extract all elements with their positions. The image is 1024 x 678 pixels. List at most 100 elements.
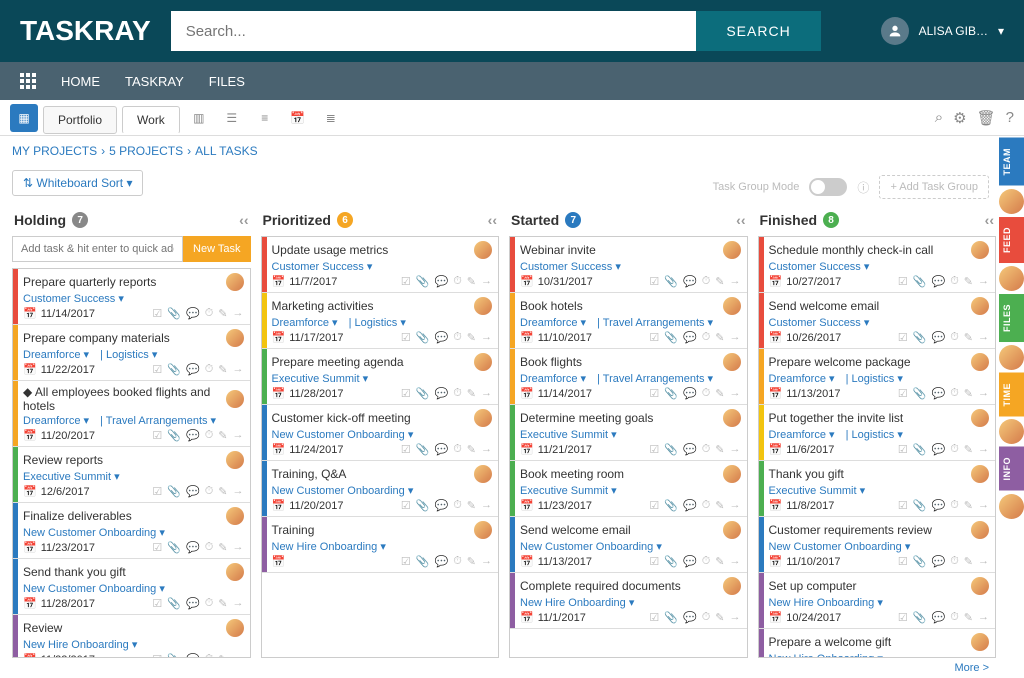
search-input[interactable] — [171, 11, 697, 51]
attachment-icon[interactable]: 📎 — [416, 331, 430, 344]
edit-icon[interactable]: ✎ — [218, 429, 227, 442]
card-project[interactable]: Customer Success ▾ — [23, 292, 244, 305]
checklist-icon[interactable]: ☑ — [898, 555, 908, 568]
side-avatar[interactable] — [999, 419, 1024, 444]
task-card[interactable]: Determine meeting goals Executive Summit… — [510, 405, 747, 461]
attachment-icon[interactable]: 📎 — [913, 555, 927, 568]
add-task-group[interactable]: + Add Task Group — [879, 175, 989, 199]
card-project[interactable]: Dreamforce ▾ | Logistics ▾ — [769, 372, 990, 385]
card-project[interactable]: Customer Success ▾ — [520, 260, 741, 273]
card-project[interactable]: Customer Success ▾ — [769, 260, 990, 273]
edit-icon[interactable]: ✎ — [715, 443, 724, 456]
list-view-icon[interactable]: ☰ — [218, 104, 246, 132]
timer-icon[interactable]: ⏱ — [205, 363, 214, 376]
checklist-icon[interactable]: ☑ — [649, 499, 659, 512]
checklist-icon[interactable]: ☑ — [152, 485, 162, 498]
assignee-avatar[interactable] — [723, 465, 741, 483]
help-icon[interactable]: ? — [1006, 109, 1014, 127]
attachment-icon[interactable]: 📎 — [167, 653, 181, 658]
task-card[interactable]: Send welcome email Customer Success ▾ 📅 … — [759, 293, 996, 349]
arrow-icon[interactable]: → — [481, 331, 492, 344]
task-card[interactable]: Prepare company materials Dreamforce ▾ |… — [13, 325, 250, 381]
timer-icon[interactable]: ⏱ — [205, 541, 214, 554]
arrow-icon[interactable]: → — [730, 275, 741, 288]
chat-icon[interactable]: 💬 — [931, 499, 945, 512]
task-card[interactable]: Book flights Dreamforce ▾ | Travel Arran… — [510, 349, 747, 405]
chat-icon[interactable]: 💬 — [434, 275, 448, 288]
assignee-avatar[interactable] — [723, 297, 741, 315]
attachment-icon[interactable]: 📎 — [167, 541, 181, 554]
card-project[interactable]: New Customer Onboarding ▾ — [272, 428, 493, 441]
checklist-icon[interactable]: ☑ — [152, 597, 162, 610]
edit-icon[interactable]: ✎ — [964, 499, 973, 512]
card-project[interactable]: New Hire Onboarding ▾ — [769, 596, 990, 609]
attachment-icon[interactable]: 📎 — [167, 429, 181, 442]
assignee-avatar[interactable] — [723, 353, 741, 371]
arrow-icon[interactable]: → — [978, 331, 989, 344]
assignee-avatar[interactable] — [226, 390, 244, 408]
assignee-avatar[interactable] — [723, 241, 741, 259]
chat-icon[interactable]: 💬 — [931, 555, 945, 568]
card-project[interactable]: Executive Summit ▾ — [520, 428, 741, 441]
arrow-icon[interactable]: → — [233, 653, 244, 658]
card-project[interactable]: Dreamforce ▾ | Travel Arrangements ▾ — [520, 372, 741, 385]
column-view-icon[interactable]: ▥ — [185, 104, 213, 132]
card-project[interactable]: New Hire Onboarding ▾ — [520, 596, 741, 609]
task-card[interactable]: ◆ All employees booked flights and hotel… — [13, 381, 250, 447]
timer-icon[interactable]: ⏱ — [702, 275, 711, 288]
checklist-icon[interactable]: ☑ — [152, 541, 162, 554]
info-icon[interactable]: ⓘ — [857, 179, 869, 196]
chat-icon[interactable]: 💬 — [931, 331, 945, 344]
card-project[interactable]: Dreamforce ▾ | Travel Arrangements ▾ — [520, 316, 741, 329]
timer-icon[interactable]: ⏱ — [950, 555, 959, 568]
arrow-icon[interactable]: → — [481, 443, 492, 456]
edit-icon[interactable]: ✎ — [964, 331, 973, 344]
assignee-avatar[interactable] — [971, 409, 989, 427]
timer-icon[interactable]: ⏱ — [453, 499, 462, 512]
arrow-icon[interactable]: → — [481, 555, 492, 568]
task-group-toggle[interactable] — [809, 178, 847, 196]
chat-icon[interactable]: 💬 — [186, 363, 200, 376]
timer-icon[interactable]: ⏱ — [205, 429, 214, 442]
chat-icon[interactable]: 💬 — [683, 611, 697, 624]
attachment-icon[interactable]: 📎 — [416, 443, 430, 456]
chat-icon[interactable]: 💬 — [186, 541, 200, 554]
side-tab-feed[interactable]: FEED — [999, 217, 1024, 263]
assignee-avatar[interactable] — [723, 577, 741, 595]
checklist-icon[interactable]: ☑ — [401, 331, 411, 344]
timer-icon[interactable]: ⏱ — [205, 307, 214, 320]
timer-icon[interactable]: ⏱ — [205, 485, 214, 498]
checklist-icon[interactable]: ☑ — [649, 387, 659, 400]
side-tab-info[interactable]: INFO — [999, 447, 1024, 491]
assignee-avatar[interactable] — [226, 451, 244, 469]
side-tab-team[interactable]: TEAM — [999, 138, 1024, 186]
attachment-icon[interactable]: 📎 — [664, 499, 678, 512]
assignee-avatar[interactable] — [971, 353, 989, 371]
task-card[interactable]: Marketing activities Dreamforce ▾ | Logi… — [262, 293, 499, 349]
edit-icon[interactable]: ✎ — [218, 307, 227, 320]
task-card[interactable]: Schedule monthly check-in call Customer … — [759, 237, 996, 293]
side-avatar[interactable] — [999, 189, 1024, 214]
side-tab-files[interactable]: FILES — [999, 294, 1024, 342]
checklist-icon[interactable]: ☑ — [649, 331, 659, 344]
card-project[interactable]: Executive Summit ▾ — [23, 470, 244, 483]
timer-icon[interactable]: ⏱ — [702, 387, 711, 400]
timer-icon[interactable]: ⏱ — [702, 555, 711, 568]
edit-icon[interactable]: ✎ — [218, 653, 227, 658]
arrow-icon[interactable]: → — [730, 611, 741, 624]
checklist-icon[interactable]: ☑ — [401, 555, 411, 568]
assignee-avatar[interactable] — [474, 241, 492, 259]
bc-5-projects[interactable]: 5 PROJECTS — [109, 144, 183, 158]
task-card[interactable]: Prepare a welcome gift New Hire Onboardi… — [759, 629, 996, 658]
assignee-avatar[interactable] — [474, 353, 492, 371]
attachment-icon[interactable]: 📎 — [913, 331, 927, 344]
gear-icon[interactable]: ⚙ — [953, 109, 966, 127]
arrow-icon[interactable]: → — [730, 443, 741, 456]
checklist-icon[interactable]: ☑ — [401, 275, 411, 288]
board-view-icon[interactable]: ▦ — [10, 104, 38, 132]
user-menu[interactable]: ALISA GIB… ▾ — [881, 17, 1004, 45]
task-card[interactable]: Prepare meeting agenda Executive Summit … — [262, 349, 499, 405]
assignee-avatar[interactable] — [971, 633, 989, 651]
edit-icon[interactable]: ✎ — [964, 275, 973, 288]
arrow-icon[interactable]: → — [978, 443, 989, 456]
